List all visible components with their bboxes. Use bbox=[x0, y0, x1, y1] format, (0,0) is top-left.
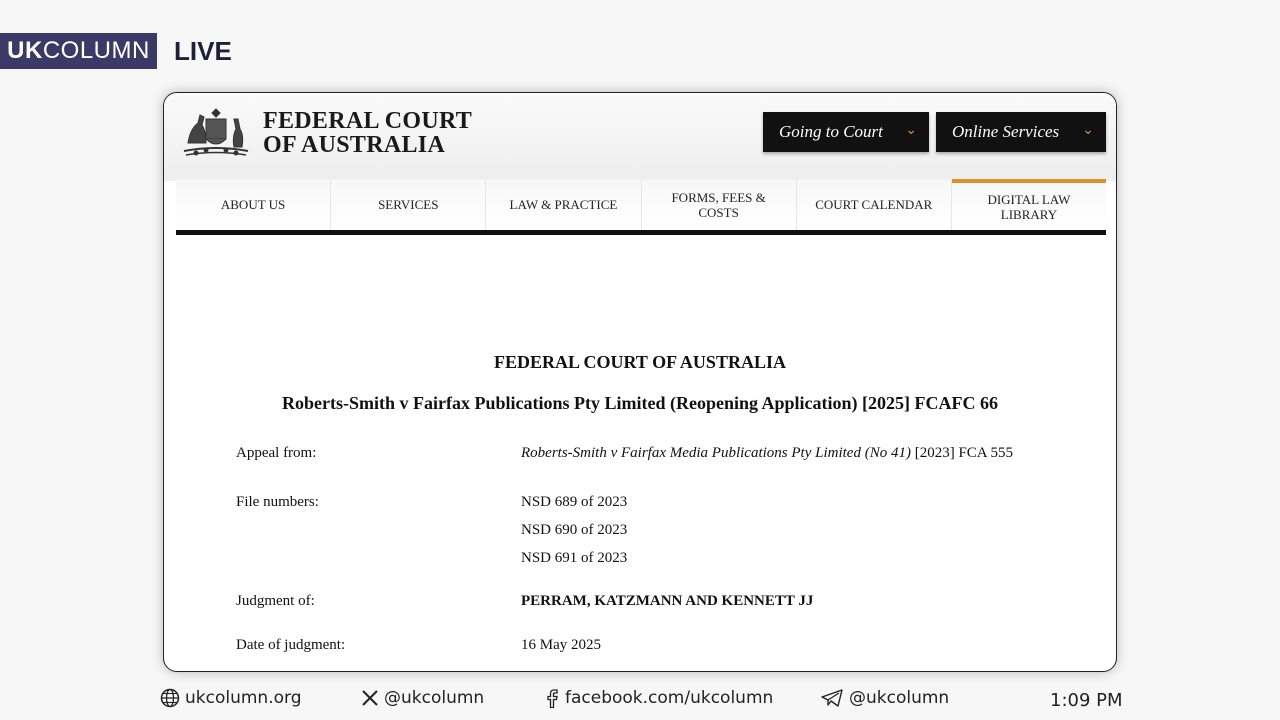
nav-law-practice[interactable]: LAW & PRACTICE bbox=[486, 179, 642, 230]
nav-about-us[interactable]: ABOUT US bbox=[176, 179, 332, 230]
x-logo-icon bbox=[362, 690, 378, 706]
footer-telegram: @ukcolumn bbox=[820, 688, 949, 708]
website-text: ukcolumn.org bbox=[185, 688, 302, 708]
going-to-court-button[interactable]: Going to Court ⌄ bbox=[763, 112, 929, 152]
document-court-title: FEDERAL COURT OF AUSTRALIA bbox=[494, 352, 786, 372]
appeal-from-label: Appeal from: bbox=[236, 445, 317, 461]
court-name-line2: OF AUSTRALIA bbox=[263, 132, 446, 158]
file-numbers-label: File numbers: bbox=[236, 494, 319, 510]
footer-website: ukcolumn.org bbox=[160, 688, 302, 708]
appeal-from-case: Roberts-Smith v Fairfax Media Publicatio… bbox=[521, 445, 911, 461]
chevron-down-icon: ⌄ bbox=[1082, 123, 1094, 138]
file-number: NSD 690 of 2023 bbox=[521, 522, 628, 538]
online-services-button[interactable]: Online Services ⌄ bbox=[936, 112, 1106, 152]
live-label: LIVE bbox=[174, 36, 232, 66]
file-number: NSD 691 of 2023 bbox=[521, 550, 628, 566]
footer-facebook: facebook.com/ukcolumn bbox=[544, 688, 773, 708]
nav-services[interactable]: SERVICES bbox=[331, 179, 487, 230]
globe-icon bbox=[160, 688, 180, 708]
facebook-icon bbox=[547, 689, 558, 708]
appeal-from-citation: [2023] FCA 555 bbox=[914, 445, 1014, 461]
telegram-icon bbox=[821, 689, 843, 707]
online-services-label: Online Services bbox=[952, 122, 1060, 141]
x-handle-text: @ukcolumn bbox=[384, 688, 485, 708]
footer-x-handle: @ukcolumn bbox=[361, 688, 484, 708]
browser-screenshot: FEDERAL COURT OF AUSTRALIA Going to Cour… bbox=[163, 92, 1117, 672]
site-logo-text[interactable]: FEDERAL COURT OF AUSTRALIA bbox=[263, 109, 472, 157]
brand-uk: UK bbox=[7, 37, 43, 64]
telegram-text: @ukcolumn bbox=[849, 688, 950, 708]
facebook-text: facebook.com/ukcolumn bbox=[565, 688, 774, 708]
nav-digital-law-library[interactable]: DIGITAL LAW LIBRARY bbox=[951, 179, 1107, 230]
date-of-judgment-label: Date of judgment: bbox=[236, 637, 346, 653]
judgment-of-value: PERRAM, KATZMANN AND KENNETT JJ bbox=[521, 593, 814, 609]
judgment-document: FEDERAL COURT OF AUSTRALIA Roberts-Smith… bbox=[164, 245, 1116, 671]
document-case-title: Roberts-Smith v Fairfax Publications Pty… bbox=[282, 393, 998, 413]
judgment-of-label: Judgment of: bbox=[236, 593, 315, 609]
appeal-from-value: Roberts-Smith v Fairfax Media Publicatio… bbox=[521, 445, 1013, 462]
date-of-judgment-value: 16 May 2025 bbox=[521, 637, 601, 653]
brand-column: COLUMN bbox=[42, 37, 150, 64]
going-to-court-label: Going to Court bbox=[779, 122, 883, 141]
clock-time: 1:09 PM bbox=[1050, 690, 1123, 711]
coat-of-arms-icon bbox=[183, 108, 249, 156]
site-header: FEDERAL COURT OF AUSTRALIA Going to Cour… bbox=[164, 93, 1116, 181]
main-navigation: ABOUT US SERVICES LAW & PRACTICE FORMS, … bbox=[176, 179, 1107, 235]
chevron-down-icon: ⌄ bbox=[905, 123, 917, 138]
court-name-line1: FEDERAL COURT bbox=[263, 108, 473, 134]
nav-forms-fees-costs[interactable]: FORMS, FEES & COSTS bbox=[642, 179, 797, 230]
file-number: NSD 689 of 2023 bbox=[521, 494, 628, 510]
nav-court-calendar[interactable]: COURT CALENDAR bbox=[797, 179, 952, 230]
ukcolumn-logo: UK COLUMN bbox=[0, 33, 157, 69]
